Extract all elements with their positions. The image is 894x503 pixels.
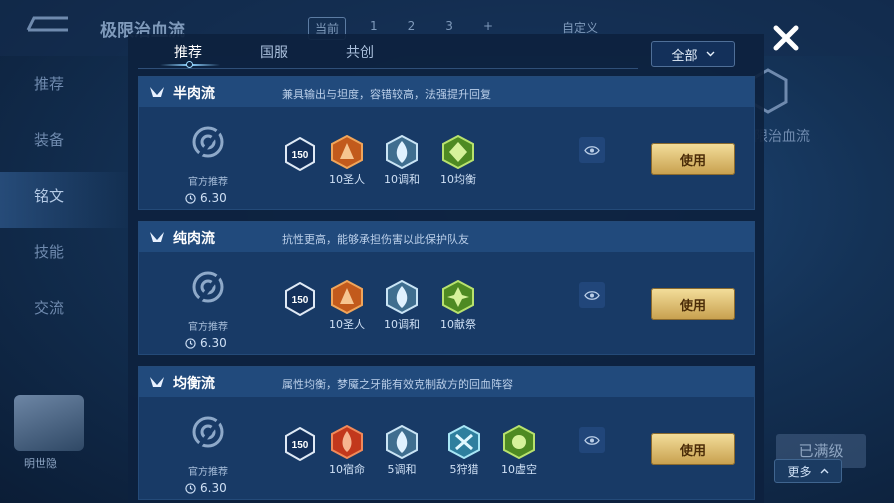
card-header: 均衡流 属性均衡，梦魇之牙能有效克制敌方的回血阵容	[139, 367, 754, 397]
panel-tabs: 推荐 国服 共创	[138, 34, 638, 69]
rune-label: 10均衡	[440, 173, 476, 186]
sidebar-item-community[interactable]: 交流	[0, 284, 130, 340]
build-card: 纯肉流 抗性更高，能够承担伤害以此保护队友 官方推荐 6.30 150 10圣人	[138, 221, 755, 355]
filter-label: 全部	[671, 48, 698, 64]
card-header: 纯肉流 抗性更高，能够承担伤害以此保护队友	[139, 222, 754, 252]
version-number: 6.30	[200, 191, 227, 205]
build-name: 半肉流	[173, 86, 215, 102]
sidebar-item-skills[interactable]: 技能	[0, 228, 130, 284]
build-name: 均衡流	[173, 376, 215, 392]
version-label: 6.30	[185, 336, 227, 350]
sacrifice-rune-icon	[442, 280, 474, 314]
clock-icon	[185, 337, 196, 349]
preview-button[interactable]	[579, 137, 605, 163]
level-150-hex-icon: 150	[285, 427, 315, 461]
use-build-button[interactable]: 使用	[651, 288, 735, 320]
more-button[interactable]: 更多	[774, 459, 842, 483]
build-card: 半肉流 兼具输出与坦度，容错较高，法强提升回复 官方推荐 6.30 150 10	[138, 76, 755, 210]
rune-item[interactable]: 10宿命	[325, 425, 369, 477]
level-value: 150	[292, 150, 309, 161]
official-recommend-label: 官方推荐	[188, 177, 228, 188]
eye-icon	[584, 435, 600, 445]
rune-item[interactable]: 10虚空	[497, 425, 541, 477]
rune-label: 5调和	[387, 463, 417, 476]
rune-label: 10献祭	[440, 318, 476, 331]
eye-icon	[584, 145, 600, 155]
rune-label: 10调和	[384, 318, 420, 331]
rune-recommend-panel: 推荐 国服 共创 全部 半肉流 兼具输出与坦度，容错较高，法强提升回复 官方推荐	[128, 34, 764, 503]
use-build-button[interactable]: 使用	[651, 433, 735, 465]
clock-icon	[185, 482, 196, 494]
chevron-down-icon	[706, 51, 714, 57]
rune-item[interactable]: 10调和	[380, 135, 424, 187]
sidebar-item-equipment[interactable]: 装备	[0, 116, 130, 172]
tab-co-create[interactable]: 共创	[346, 42, 374, 62]
official-recommend-label: 官方推荐	[188, 322, 228, 333]
saint-rune-icon	[331, 135, 363, 169]
fate-rune-icon	[331, 425, 363, 459]
build-description: 兼具输出与坦度，容错较高，法强提升回复	[282, 88, 491, 101]
wing-emblem-icon	[150, 87, 164, 97]
level-150-hex-icon: 150	[285, 282, 315, 316]
back-arrow-icon[interactable]	[24, 14, 72, 34]
rune-label: 10圣人	[329, 318, 365, 331]
rune-item[interactable]: 10圣人	[325, 135, 369, 187]
rune-label: 10虚空	[501, 463, 537, 476]
close-icon[interactable]	[770, 22, 802, 54]
void-rune-icon	[503, 425, 535, 459]
sidebar-item-recommend[interactable]: 推荐	[0, 60, 130, 116]
rune-label: 10宿命	[329, 463, 365, 476]
rune-item[interactable]: 10圣人	[325, 280, 369, 332]
version-label: 6.30	[185, 481, 227, 495]
clock-icon	[185, 192, 196, 204]
hunt-rune-icon	[448, 425, 480, 459]
version-number: 6.30	[200, 336, 227, 350]
card-header: 半肉流 兼具输出与坦度，容错较高，法强提升回复	[139, 77, 754, 107]
background-sidebar: 推荐 装备 铭文 技能 交流	[0, 60, 130, 340]
level-value: 150	[292, 440, 309, 451]
official-seal-icon	[192, 126, 224, 161]
wing-emblem-icon	[150, 232, 164, 242]
use-build-button[interactable]: 使用	[651, 143, 735, 175]
level-value: 150	[292, 295, 309, 306]
tab-recommend[interactable]: 推荐	[174, 42, 202, 62]
rune-label: 10调和	[384, 173, 420, 186]
level-150-hex-icon: 150	[285, 137, 315, 171]
rune-label: 10圣人	[329, 173, 365, 186]
harmony-rune-icon	[386, 425, 418, 459]
build-description: 属性均衡，梦魇之牙能有效克制敌方的回血阵容	[282, 378, 513, 391]
build-card: 均衡流 属性均衡，梦魇之牙能有效克制敌方的回血阵容 官方推荐 6.30 150	[138, 366, 755, 500]
rune-label: 5狩猎	[449, 463, 479, 476]
balance-rune-icon	[442, 135, 474, 169]
official-seal-icon	[192, 416, 224, 451]
saint-rune-icon	[331, 280, 363, 314]
rune-item[interactable]: 5调和	[380, 425, 424, 477]
sidebar-item-runes[interactable]: 铭文	[0, 172, 130, 228]
preview-button[interactable]	[579, 427, 605, 453]
wing-emblem-icon	[150, 377, 164, 387]
rune-item[interactable]: 10献祭	[436, 280, 480, 332]
tab-national-server[interactable]: 国服	[260, 42, 288, 62]
harmony-rune-icon	[386, 135, 418, 169]
rune-item[interactable]: 10调和	[380, 280, 424, 332]
version-number: 6.30	[200, 481, 227, 495]
eye-icon	[584, 290, 600, 300]
harmony-rune-icon	[386, 280, 418, 314]
rune-item[interactable]: 10均衡	[436, 135, 480, 187]
official-recommend-label: 官方推荐	[188, 467, 228, 478]
build-description: 抗性更高，能够承担伤害以此保护队友	[282, 233, 469, 246]
official-seal-icon	[192, 271, 224, 306]
hero-avatar[interactable]	[14, 395, 84, 451]
more-label: 更多	[787, 464, 812, 479]
filter-dropdown[interactable]: 全部	[651, 41, 735, 67]
version-label: 6.30	[185, 191, 227, 205]
rune-item[interactable]: 5狩猎	[442, 425, 486, 477]
build-name: 纯肉流	[173, 231, 215, 247]
chevron-up-icon	[820, 468, 828, 474]
hero-name: 明世隐	[24, 457, 57, 470]
preview-button[interactable]	[579, 282, 605, 308]
active-tab-dot	[186, 61, 193, 68]
